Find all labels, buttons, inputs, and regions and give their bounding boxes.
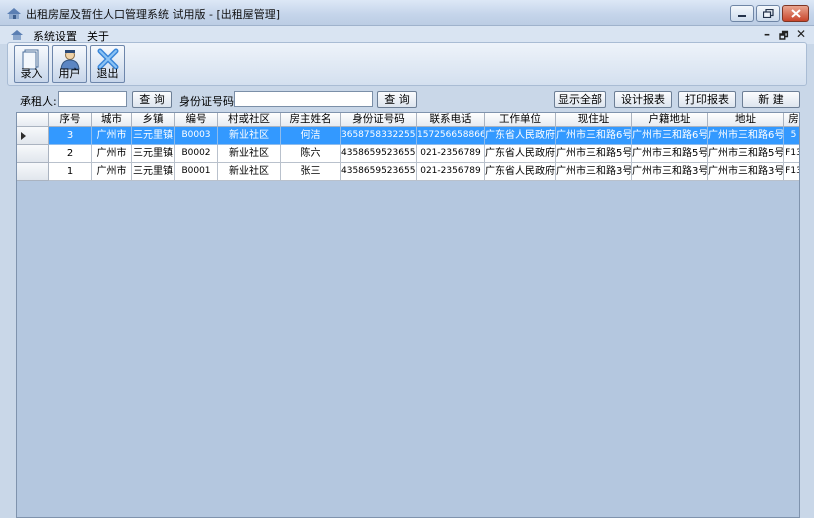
table-cell[interactable]: 新业社区 [218,127,281,145]
table-row[interactable]: 1 广州市 三元里镇 B0001 新业社区 张三 435865952365556… [17,163,799,181]
column-header[interactable]: 房 [784,113,799,127]
restore-icon [762,9,774,18]
table-cell[interactable]: 广州市三和路5号 [632,145,708,163]
row-header[interactable] [17,145,49,163]
table-cell[interactable]: 1572566588665 [417,127,485,145]
entry-button[interactable]: 录入 [14,45,49,83]
tenant-query-button[interactable]: 查 询 [132,91,172,108]
id-number-input[interactable] [234,91,373,107]
table-cell[interactable]: 435865952365556 [341,163,417,181]
exit-button[interactable]: 退出 [90,45,125,83]
table-cell[interactable]: 广州市三和路6号 [556,127,632,145]
column-header[interactable]: 村或社区 [218,113,281,127]
table-cell[interactable]: B0003 [175,127,218,145]
entry-button-label: 录入 [20,67,43,80]
maximize-button[interactable] [756,5,780,22]
minimize-button[interactable] [730,5,754,22]
table-cell[interactable]: B0001 [175,163,218,181]
table-cell[interactable]: 435865952365556 [341,145,417,163]
print-report-button[interactable]: 打印报表 [678,91,736,108]
close-button[interactable] [782,5,809,22]
data-grid[interactable]: 序号 城市 乡镇 编号 村或社区 房主姓名 身份证号码 联系电话 工作单位 现住… [16,112,800,518]
mdi-close-icon[interactable]: ✕ [796,27,806,41]
table-cell[interactable]: 广东省人民政府 [485,127,556,145]
table-cell[interactable]: 36587583322556 [341,127,417,145]
column-header[interactable]: 现住址 [556,113,632,127]
show-all-button[interactable]: 显示全部 [554,91,606,108]
table-cell[interactable]: 2 [49,145,92,163]
tenant-input[interactable] [58,91,127,107]
id-number-label: 身份证号码: [179,95,238,108]
window-title: 出租房屋及暂住人口管理系统 试用版 - [出租屋管理] [26,8,281,21]
row-header[interactable] [17,127,49,145]
column-header[interactable]: 编号 [175,113,218,127]
table-cell[interactable]: 广州市三和路3号 [708,163,784,181]
minimize-icon [738,14,746,17]
table-cell[interactable]: 广州市三和路3号 [556,163,632,181]
table-cell[interactable]: F13 [784,145,799,163]
new-button[interactable]: 新 建 [742,91,800,108]
table-cell[interactable]: 何洁 [281,127,341,145]
table-cell[interactable]: 广州市三和路5号 [708,145,784,163]
table-cell[interactable]: 广州市三和路6号 [708,127,784,145]
column-header[interactable]: 乡镇 [132,113,175,127]
toolbar: 录入 用户 退出 [7,42,807,86]
header-corner [17,113,49,127]
table-cell[interactable]: 三元里镇 [132,163,175,181]
column-header[interactable]: 户籍地址 [632,113,708,127]
mdi-minimize-icon[interactable]: – [764,27,770,41]
table-cell[interactable]: 张三 [281,163,341,181]
table-cell[interactable]: 广州市三和路3号 [632,163,708,181]
table-cell[interactable]: 陈六 [281,145,341,163]
table-cell[interactable]: 广州市 [92,163,132,181]
grid-header: 序号 城市 乡镇 编号 村或社区 房主姓名 身份证号码 联系电话 工作单位 现住… [17,113,799,127]
column-header[interactable]: 房主姓名 [281,113,341,127]
mdi-child-icon [11,30,23,40]
table-row[interactable]: 2 广州市 三元里镇 B0002 新业社区 陈六 435865952365556… [17,145,799,163]
table-cell[interactable]: 广州市三和路5号 [556,145,632,163]
user-button-label: 用户 [58,67,81,80]
row-header[interactable] [17,163,49,181]
table-row[interactable]: 3 广州市 三元里镇 B0003 新业社区 何洁 36587583322556 … [17,127,799,145]
title-bar: 出租房屋及暂住人口管理系统 试用版 - [出租屋管理] [0,0,814,26]
table-cell[interactable]: 广州市 [92,127,132,145]
table-cell[interactable]: 广州市 [92,145,132,163]
exit-button-label: 退出 [96,67,119,80]
table-cell[interactable]: 5 [784,127,799,145]
table-cell[interactable]: B0002 [175,145,218,163]
tenant-label: 承租人: [20,95,57,108]
table-cell[interactable]: 广东省人民政府 [485,163,556,181]
table-cell[interactable]: 021-2356789 [417,145,485,163]
table-cell[interactable]: 三元里镇 [132,145,175,163]
app-icon [7,8,21,19]
column-header[interactable]: 序号 [49,113,92,127]
table-cell[interactable]: 广州市三和路6号 [632,127,708,145]
table-cell[interactable]: 新业社区 [218,163,281,181]
column-header[interactable]: 身份证号码 [341,113,417,127]
table-cell[interactable]: 021-2356789 [417,163,485,181]
id-query-button[interactable]: 查 询 [377,91,417,108]
table-cell[interactable]: 三元里镇 [132,127,175,145]
design-report-button[interactable]: 设计报表 [614,91,672,108]
current-row-arrow-icon [21,132,26,140]
table-cell[interactable]: 1 [49,163,92,181]
column-header[interactable]: 地址 [708,113,784,127]
column-header[interactable]: 城市 [92,113,132,127]
user-button[interactable]: 用户 [52,45,87,83]
table-cell[interactable]: 广东省人民政府 [485,145,556,163]
table-cell[interactable]: 新业社区 [218,145,281,163]
close-icon [790,9,801,18]
table-cell[interactable]: F13 [784,163,799,181]
table-cell[interactable]: 3 [49,127,92,145]
column-header[interactable]: 联系电话 [417,113,485,127]
column-header[interactable]: 工作单位 [485,113,556,127]
